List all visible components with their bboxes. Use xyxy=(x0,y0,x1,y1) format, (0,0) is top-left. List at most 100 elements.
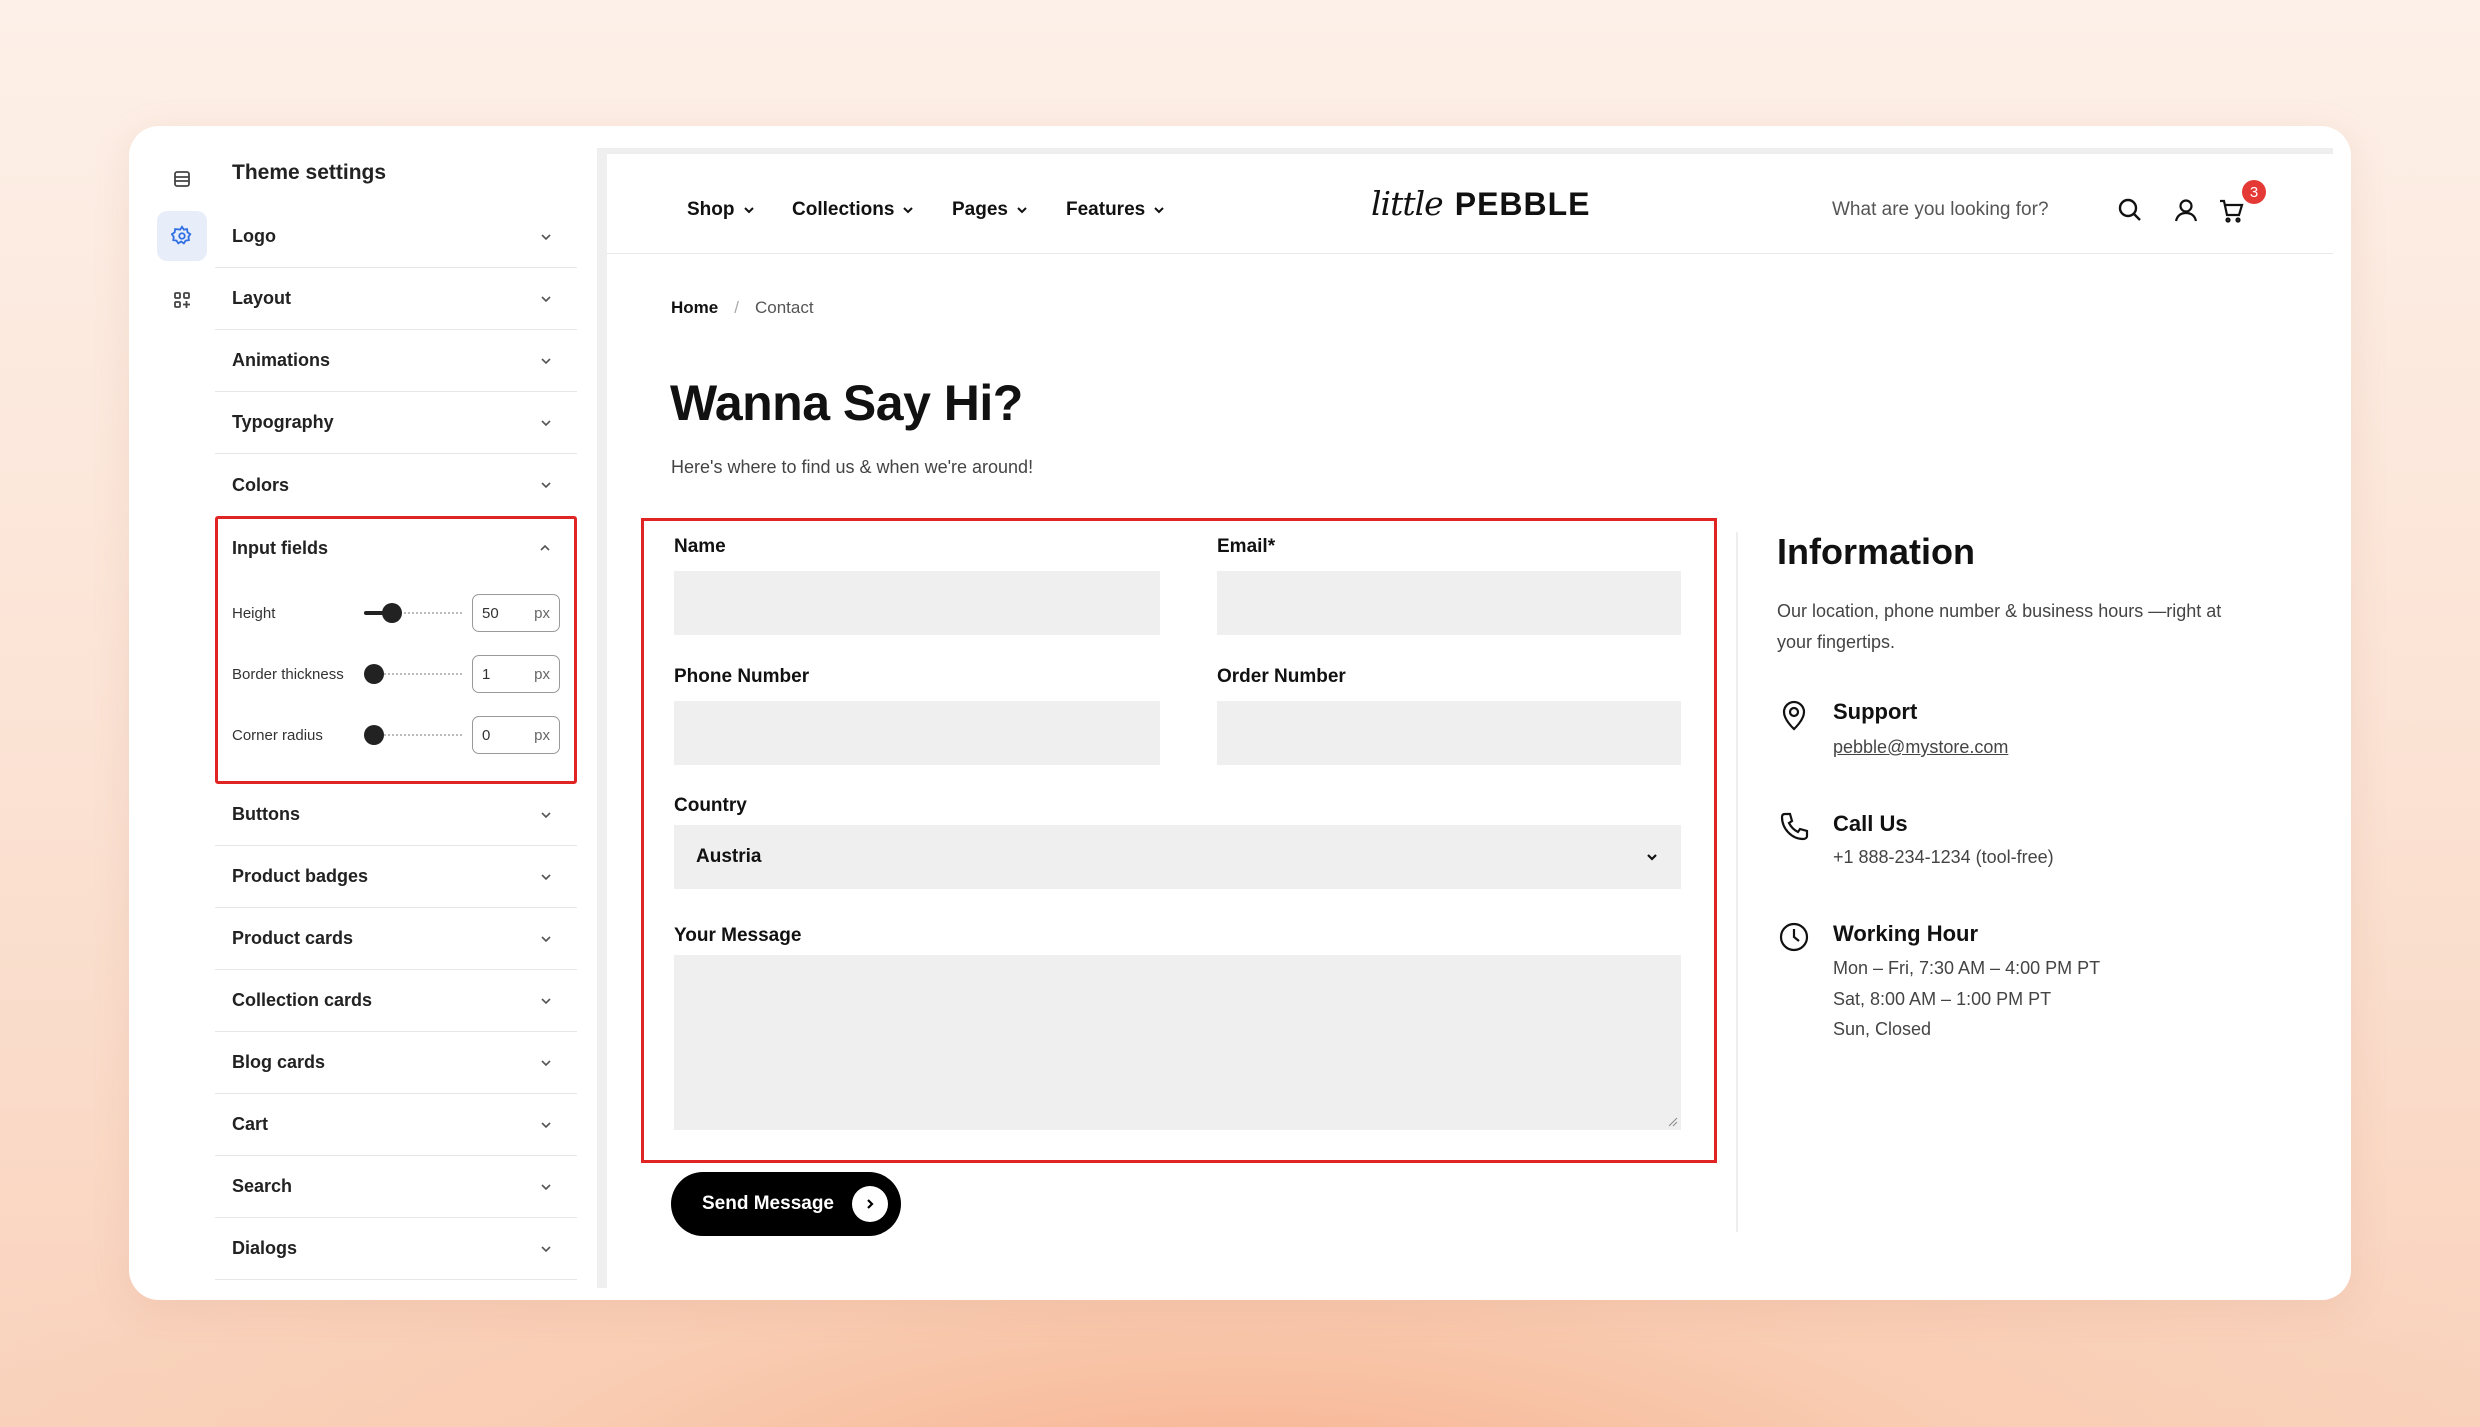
accordion-product-badges[interactable]: Product badges xyxy=(215,846,577,908)
accordion-product-cards[interactable]: Product cards xyxy=(215,908,577,970)
input-fields-header[interactable]: Input fields xyxy=(218,525,574,571)
call-number: +1 888-234-1234 (tool-free) xyxy=(1833,847,2054,867)
accordion-collection-cards[interactable]: Collection cards xyxy=(215,970,577,1032)
apps-icon[interactable] xyxy=(157,275,207,325)
chevron-down-icon xyxy=(541,233,551,240)
accordion-cart[interactable]: Cart xyxy=(215,1094,577,1156)
message-textarea[interactable] xyxy=(674,955,1681,1130)
page-title: Wanna Say Hi? xyxy=(670,375,1023,431)
chevron-down-icon xyxy=(1647,854,1657,861)
sections-icon[interactable] xyxy=(157,154,207,204)
hours-line: Sat, 8:00 AM – 1:00 PM PT xyxy=(1833,989,2052,1009)
storefront-preview: Shop Collections Pages Features little P… xyxy=(607,148,2333,1300)
breadcrumb: Home / Contact xyxy=(671,298,814,318)
hours-line: Sun, Closed xyxy=(1833,1019,1932,1039)
accordion-typography[interactable]: Typography xyxy=(215,392,577,454)
chevron-down-icon xyxy=(541,1245,551,1252)
border-thickness-label: Border thickness xyxy=(232,665,344,683)
phone-icon xyxy=(1780,812,1809,841)
cart-icon[interactable] xyxy=(2217,196,2245,224)
chevron-down-icon xyxy=(541,1183,551,1190)
info-subtitle: Our location, phone number & business ho… xyxy=(1777,601,2222,652)
nav-shop[interactable]: Shop xyxy=(687,199,755,221)
info-divider xyxy=(1736,532,1738,1232)
store-logo[interactable]: little PEBBLE xyxy=(1371,184,1591,223)
support-email-link[interactable]: pebble@mystore.com xyxy=(1833,737,2008,757)
hours-title: Working Hour xyxy=(1833,921,1979,946)
chevron-down-icon xyxy=(541,1059,551,1066)
editor-window: Theme settings Logo Layout Animations Ty… xyxy=(129,126,2351,1300)
chevron-down-icon xyxy=(903,207,914,214)
breadcrumb-separator: / xyxy=(734,298,739,317)
phone-label: Phone Number xyxy=(674,666,810,687)
chevron-down-icon xyxy=(541,1121,551,1128)
chevron-down-icon xyxy=(541,935,551,942)
corner-radius-slider[interactable] xyxy=(364,725,462,745)
height-input[interactable]: 50 px xyxy=(472,594,560,632)
store-header: Shop Collections Pages Features little P… xyxy=(607,154,2333,254)
accordion-blog-cards[interactable]: Blog cards xyxy=(215,1032,577,1094)
contact-form: Name Email* Phone Number Order Number Co… xyxy=(641,518,1717,1163)
resize-grip-icon[interactable] xyxy=(1668,1117,1678,1127)
name-label: Name xyxy=(674,536,726,557)
border-thickness-control: Border thickness 1 px xyxy=(232,654,562,694)
call-title: Call Us xyxy=(1833,811,1908,836)
country-select[interactable]: Austria xyxy=(674,825,1681,889)
email-label: Email* xyxy=(1217,536,1276,557)
corner-radius-input[interactable]: 0 px xyxy=(472,716,560,754)
accordion-buttons[interactable]: Buttons xyxy=(215,784,577,846)
border-thickness-input[interactable]: 1 px xyxy=(472,655,560,693)
send-message-button[interactable]: Send Message xyxy=(671,1172,901,1236)
order-input[interactable] xyxy=(1217,701,1681,765)
page-subtitle: Here's where to find us & when we're aro… xyxy=(671,457,1034,477)
chevron-down-icon xyxy=(541,997,551,1004)
message-label: Your Message xyxy=(674,925,802,946)
nav-collections[interactable]: Collections xyxy=(792,199,914,221)
search-icon[interactable] xyxy=(2116,196,2144,224)
slider-knob[interactable] xyxy=(364,664,384,684)
accordion-animations[interactable]: Animations xyxy=(215,330,577,392)
height-label: Height xyxy=(232,604,276,622)
breadcrumb-home[interactable]: Home xyxy=(671,298,718,318)
phone-input[interactable] xyxy=(674,701,1160,765)
accordion-layout[interactable]: Layout xyxy=(215,268,577,330)
hours-line: Mon – Fri, 7:30 AM – 4:00 PM PT xyxy=(1833,958,2101,978)
chevron-down-icon xyxy=(1154,207,1164,214)
name-input[interactable] xyxy=(674,571,1160,635)
chevron-down-icon xyxy=(743,207,754,214)
chevron-down-icon xyxy=(541,357,551,364)
corner-radius-label: Corner radius xyxy=(232,726,323,744)
border-thickness-slider[interactable] xyxy=(364,664,462,684)
breadcrumb-current: Contact xyxy=(754,298,814,317)
settings-gear-icon[interactable] xyxy=(157,211,207,261)
support-title: Support xyxy=(1833,699,1918,724)
accordion-input-fields: Input fields Height 50 px Border thickne… xyxy=(215,516,577,784)
chevron-down-icon xyxy=(541,811,551,818)
chevron-down-icon xyxy=(541,419,551,426)
panel-title: Theme settings xyxy=(232,161,387,184)
slider-knob[interactable] xyxy=(382,603,402,623)
email-input[interactable] xyxy=(1217,571,1681,635)
accordion-search[interactable]: Search xyxy=(215,1156,577,1218)
nav-pages[interactable]: Pages xyxy=(952,199,1028,221)
nav-features[interactable]: Features xyxy=(1066,199,1165,221)
clock-icon xyxy=(1779,922,1809,952)
account-icon[interactable] xyxy=(2172,196,2200,224)
cart-count-badge: 3 xyxy=(2242,180,2266,204)
chevron-down-icon xyxy=(1017,207,1027,214)
chevron-up-icon xyxy=(540,544,550,551)
search-input[interactable]: What are you looking for? xyxy=(1832,199,2049,221)
support-email-line: pebble@mystore.com xyxy=(1833,732,2008,763)
chevron-down-icon xyxy=(541,295,551,302)
accordion-logo[interactable]: Logo xyxy=(215,206,577,268)
height-control: Height 50 px xyxy=(232,593,562,633)
accordion-dialogs[interactable]: Dialogs xyxy=(215,1218,577,1280)
chevron-down-icon xyxy=(541,482,551,489)
slider-knob[interactable] xyxy=(364,725,384,745)
panel-divider xyxy=(597,148,607,1288)
accordion-colors[interactable]: Colors xyxy=(215,454,577,516)
info-title: Information xyxy=(1777,531,1975,572)
height-slider[interactable] xyxy=(364,603,462,623)
order-label: Order Number xyxy=(1217,666,1346,687)
settings-accordion: Logo Layout Animations Typography Colors… xyxy=(215,206,577,1280)
